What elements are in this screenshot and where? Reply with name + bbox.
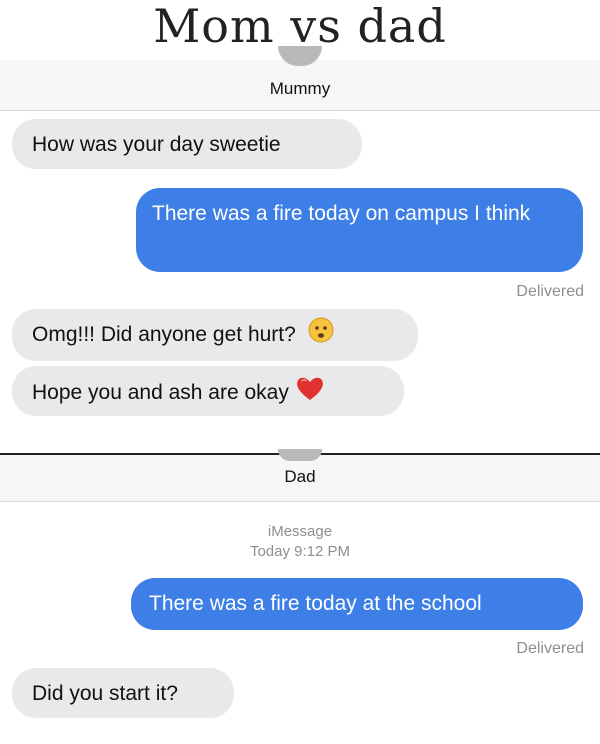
- contact-name-mom[interactable]: Mummy: [0, 79, 600, 99]
- message-text: Omg!!! Did anyone get hurt?: [32, 323, 296, 347]
- message-bubble-incoming[interactable]: Omg!!! Did anyone get hurt?: [12, 309, 418, 361]
- message-text: Hope you and ash are okay: [32, 381, 289, 405]
- contact-avatar[interactable]: [278, 449, 322, 461]
- message-bubble-incoming[interactable]: Hope you and ash are okay: [12, 366, 404, 416]
- delivered-status: Delivered: [516, 640, 584, 657]
- contact-avatar[interactable]: [278, 46, 322, 66]
- worried-face-icon: [308, 317, 334, 350]
- message-bubble-outgoing[interactable]: There was a fire today at the school: [131, 578, 583, 630]
- message-bubble-outgoing[interactable]: There was a fire today on campus I think: [136, 188, 583, 272]
- dad-chat-header: Dad: [0, 449, 600, 502]
- message-bubble-incoming[interactable]: Did you start it?: [12, 668, 234, 718]
- message-text: Did you start it?: [32, 682, 178, 705]
- delivered-status: Delivered: [516, 283, 584, 300]
- message-timestamp: Today 9:12 PM: [249, 543, 351, 560]
- service-label: iMessage: [267, 523, 333, 540]
- mom-chat-header: Mummy: [0, 46, 600, 111]
- red-heart-icon: [295, 374, 325, 409]
- message-bubble-incoming[interactable]: How was your day sweetie: [12, 119, 362, 169]
- message-text: There was a fire today on campus I think: [152, 202, 531, 225]
- message-text: There was a fire today at the school: [149, 592, 482, 615]
- message-text: How was your day sweetie: [32, 133, 281, 156]
- contact-name-dad[interactable]: Dad: [0, 467, 600, 487]
